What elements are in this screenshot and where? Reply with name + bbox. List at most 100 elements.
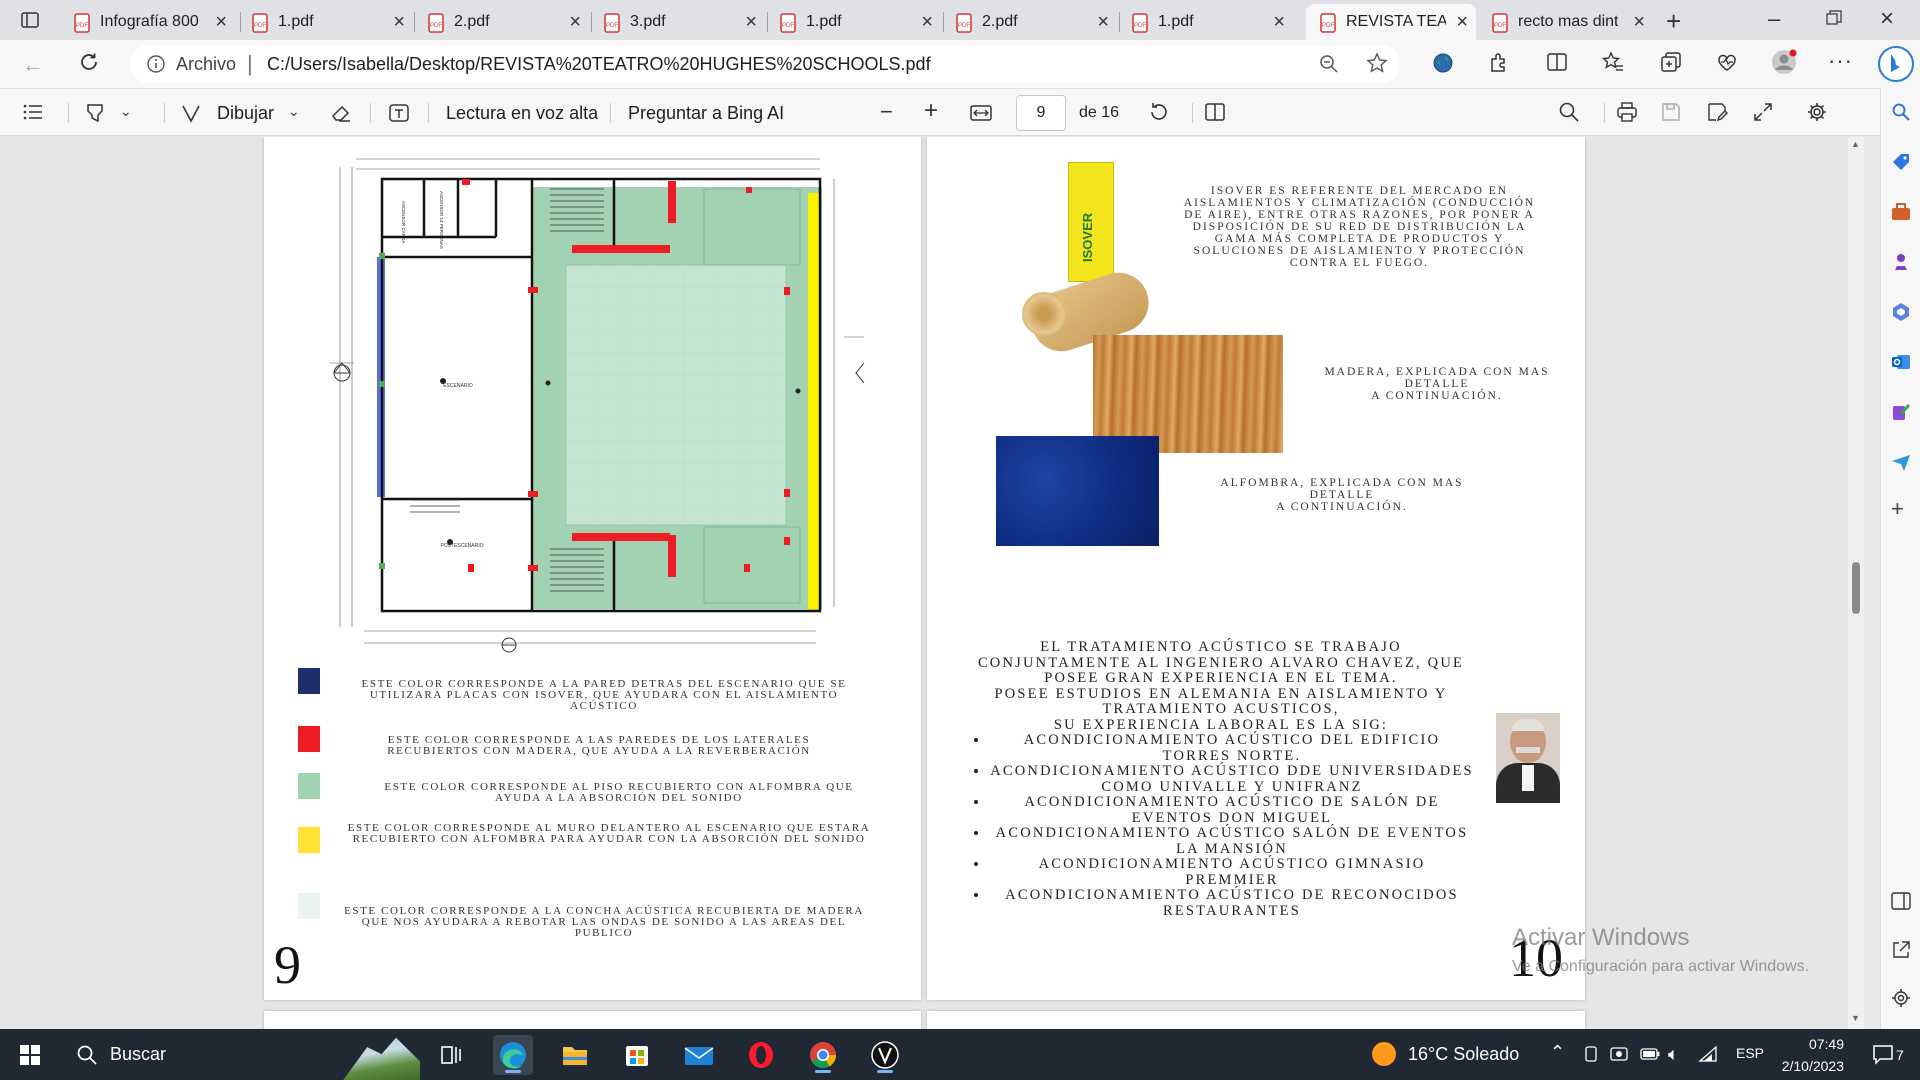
sidebar-collapse-icon[interactable] [1891, 892, 1911, 910]
sidebar-send-icon[interactable] [1891, 452, 1911, 472]
isover-product-image: ISOVER [1022, 162, 1157, 360]
tab-actions-icon[interactable] [20, 10, 40, 30]
start-button[interactable] [10, 1035, 50, 1075]
task-view-icon[interactable] [430, 1035, 470, 1075]
taskbar-mail-icon[interactable] [679, 1035, 719, 1075]
highlight-icon[interactable] [84, 102, 106, 124]
refresh-icon[interactable] [78, 51, 100, 73]
page-number-input[interactable]: 9 [1016, 95, 1066, 131]
wifi-icon[interactable] [1698, 1045, 1718, 1063]
fullscreen-icon[interactable] [1752, 101, 1774, 123]
profile-avatar-icon[interactable] [1770, 48, 1798, 76]
address-field[interactable]: Archivo | C:/Users/Isabella/Desktop/REVI… [130, 45, 1400, 83]
close-tab-icon[interactable]: × [1456, 11, 1468, 34]
pdf-file-icon: PDF [252, 13, 268, 33]
sidebar-outlook-icon[interactable] [1891, 352, 1911, 372]
clock[interactable]: 07:49 2/10/2023 [1772, 1033, 1844, 1077]
browser-tab[interactable]: PDF 1.pdf × [238, 4, 413, 40]
battery-icon[interactable] [1640, 1046, 1660, 1062]
taskbar-opera-icon[interactable] [741, 1035, 781, 1075]
highlight-dropdown-icon[interactable]: ⌄ [120, 103, 132, 120]
weather-widget[interactable]: 16°C Soleado [1368, 1029, 1528, 1080]
draw-label[interactable]: Dibujar [217, 103, 274, 124]
tray-usb-icon[interactable] [1582, 1045, 1600, 1063]
close-window-icon[interactable]: × [1880, 5, 1894, 33]
isover-description: ISOVER ES REFERENTE DEL MERCADO EN AISLA… [1183, 185, 1536, 269]
sidebar-designer-icon[interactable] [1891, 402, 1911, 422]
taskbar-chrome-icon[interactable] [803, 1035, 843, 1075]
ask-bing-button[interactable]: Preguntar a Bing AI [628, 103, 784, 124]
save-icon[interactable] [1660, 101, 1682, 123]
browser-tab[interactable]: PDF 3.pdf × [590, 4, 765, 40]
collections-icon[interactable] [1660, 51, 1682, 73]
wood-text: MADERA, EXPLICADA CON MAS DETALLE A CONTI… [1324, 366, 1550, 402]
close-tab-icon[interactable]: × [215, 11, 227, 34]
minimize-icon[interactable]: – [1768, 6, 1780, 32]
draw-icon[interactable] [180, 102, 202, 124]
back-icon[interactable]: ← [22, 52, 44, 78]
sidebar-search-icon[interactable] [1891, 102, 1911, 122]
read-aloud-button[interactable]: Lectura en voz alta [446, 103, 598, 124]
zoom-icon[interactable] [1318, 53, 1340, 75]
taskbar-vectorworks-icon[interactable] [865, 1035, 905, 1075]
close-tab-icon[interactable]: × [1097, 11, 1109, 34]
settings-gear-icon[interactable] [1806, 101, 1828, 123]
close-tab-icon[interactable]: × [1633, 11, 1645, 34]
taskbar-edge-icon[interactable] [493, 1035, 533, 1075]
favorite-star-icon[interactable] [1366, 52, 1388, 74]
zoom-out-icon[interactable]: − [880, 99, 893, 125]
close-tab-icon[interactable]: × [1273, 11, 1285, 34]
close-tab-icon[interactable]: × [921, 11, 933, 34]
sidebar-open-external-icon[interactable] [1891, 940, 1911, 960]
language-indicator[interactable]: ESP [1736, 1045, 1764, 1061]
sidebar-settings-icon[interactable] [1891, 988, 1911, 1008]
fit-width-icon[interactable] [970, 103, 992, 123]
new-tab-icon[interactable]: + [1666, 6, 1681, 37]
extensions-icon[interactable] [1488, 51, 1510, 73]
close-tab-icon[interactable]: × [569, 11, 581, 34]
draw-dropdown-icon[interactable]: ⌄ [288, 103, 300, 120]
taskbar-search-box[interactable]: Buscar [60, 1029, 420, 1080]
show-hidden-icons-chevron[interactable]: ⌃ [1550, 1042, 1565, 1063]
zoom-in-icon[interactable]: + [924, 97, 938, 125]
bing-copilot-icon[interactable] [1876, 44, 1916, 84]
print-icon[interactable] [1616, 101, 1638, 123]
sidebar-add-icon[interactable]: + [1891, 496, 1904, 522]
browser-tab[interactable]: PDF 1.pdf × [766, 4, 941, 40]
taskbar-store-icon[interactable] [617, 1035, 657, 1075]
taskbar-file-explorer-icon[interactable] [555, 1035, 595, 1075]
volume-icon[interactable]: 🔈︎ [1668, 1044, 1679, 1065]
browser-tab[interactable]: PDF Infografía 800 × [60, 4, 235, 40]
more-options-icon[interactable]: ··· [1828, 48, 1853, 74]
browser-tab[interactable]: PDF 2.pdf × [942, 4, 1117, 40]
favorites-icon[interactable] [1602, 51, 1624, 73]
contents-list-icon[interactable] [22, 102, 44, 122]
close-tab-icon[interactable]: × [745, 11, 757, 34]
vertical-scrollbar[interactable]: ▲ ▼ [1848, 137, 1864, 1029]
info-icon[interactable] [146, 54, 166, 74]
pdf-viewport[interactable]: ASCENSOR CARGA ASCENSOR 14 PERSONAS ESCE… [0, 137, 1864, 1029]
extension-globe-icon[interactable] [1432, 52, 1454, 74]
page-view-icon[interactable] [1204, 102, 1226, 122]
browser-essentials-icon[interactable] [1716, 51, 1738, 73]
close-tab-icon[interactable]: × [393, 11, 405, 34]
sidebar-games-icon[interactable] [1891, 252, 1911, 272]
search-icon[interactable] [1558, 101, 1580, 123]
notifications-button[interactable]: 7 [1872, 1043, 1912, 1069]
restore-icon[interactable] [1826, 10, 1842, 26]
text-box-icon[interactable] [388, 102, 410, 124]
browser-tab-active[interactable]: PDF REVISTA TEATR × [1306, 4, 1476, 40]
rotate-icon[interactable] [1148, 101, 1170, 123]
eraser-icon[interactable] [330, 102, 352, 124]
sidebar-tools-icon[interactable] [1891, 202, 1911, 222]
scrollbar-thumb[interactable] [1852, 562, 1860, 614]
tray-meet-icon[interactable] [1610, 1045, 1628, 1063]
browser-tab[interactable]: PDF recto mas dint × [1478, 4, 1653, 40]
browser-tab[interactable]: PDF 2.pdf × [414, 4, 589, 40]
save-as-icon[interactable] [1706, 101, 1728, 123]
tab-label: 1.pdf [1158, 13, 1194, 30]
sidebar-microsoft365-icon[interactable] [1891, 302, 1911, 322]
browser-tab[interactable]: PDF 1.pdf × [1118, 4, 1293, 40]
split-screen-icon[interactable] [1546, 51, 1568, 73]
sidebar-shopping-icon[interactable] [1891, 152, 1911, 172]
